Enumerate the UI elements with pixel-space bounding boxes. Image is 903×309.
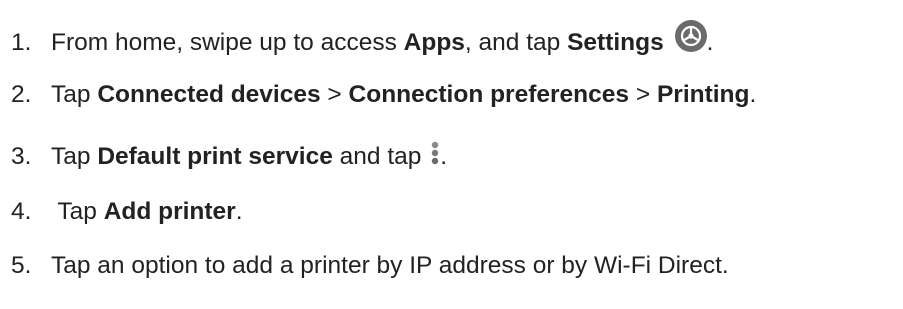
step-text: .	[440, 143, 448, 170]
apps-label: Apps	[403, 29, 465, 56]
step-text: Tap an option to add a printer by IP add…	[51, 252, 729, 279]
step-text: .	[749, 81, 757, 108]
step-text: and tap	[332, 143, 429, 170]
add-printer-label: Add printer	[103, 198, 236, 225]
more-options-icon	[430, 140, 440, 166]
step-number: 1.	[11, 29, 32, 56]
step-number: 2.	[11, 81, 32, 108]
step-text: .	[706, 29, 714, 56]
step-text: Tap	[51, 143, 98, 170]
default-print-service-label: Default print service	[97, 143, 333, 170]
step-number: 4.	[11, 198, 32, 225]
step-text: .	[235, 198, 243, 225]
step-text: >	[320, 81, 349, 108]
settings-label: Settings	[567, 29, 664, 56]
step-number: 5.	[11, 252, 32, 279]
step-text: , and tap	[464, 29, 568, 56]
step-text: Tap	[51, 81, 98, 108]
step-3: 3. Tap Default print service and tap .	[11, 140, 447, 172]
step-text: From home, swipe up to access	[51, 29, 404, 56]
step-5: 5. Tap an option to add a printer by IP a…	[11, 251, 729, 281]
step-number: 3.	[11, 143, 32, 170]
step-4: 4. Tap Add printer.	[11, 197, 243, 227]
settings-gear-icon	[674, 20, 707, 52]
connection-preferences-label: Connection preferences	[348, 81, 630, 108]
instruction-steps: 1. From home, swipe up to access Apps, an…	[0, 0, 903, 309]
connected-devices-label: Connected devices	[97, 81, 321, 108]
step-text: Tap	[51, 198, 104, 225]
printing-label: Printing	[656, 81, 750, 108]
step-2: 2. Tap Connected devices > Connection pre…	[11, 80, 756, 110]
step-1: 1. From home, swipe up to access Apps, an…	[11, 20, 713, 58]
step-text: >	[629, 81, 657, 108]
